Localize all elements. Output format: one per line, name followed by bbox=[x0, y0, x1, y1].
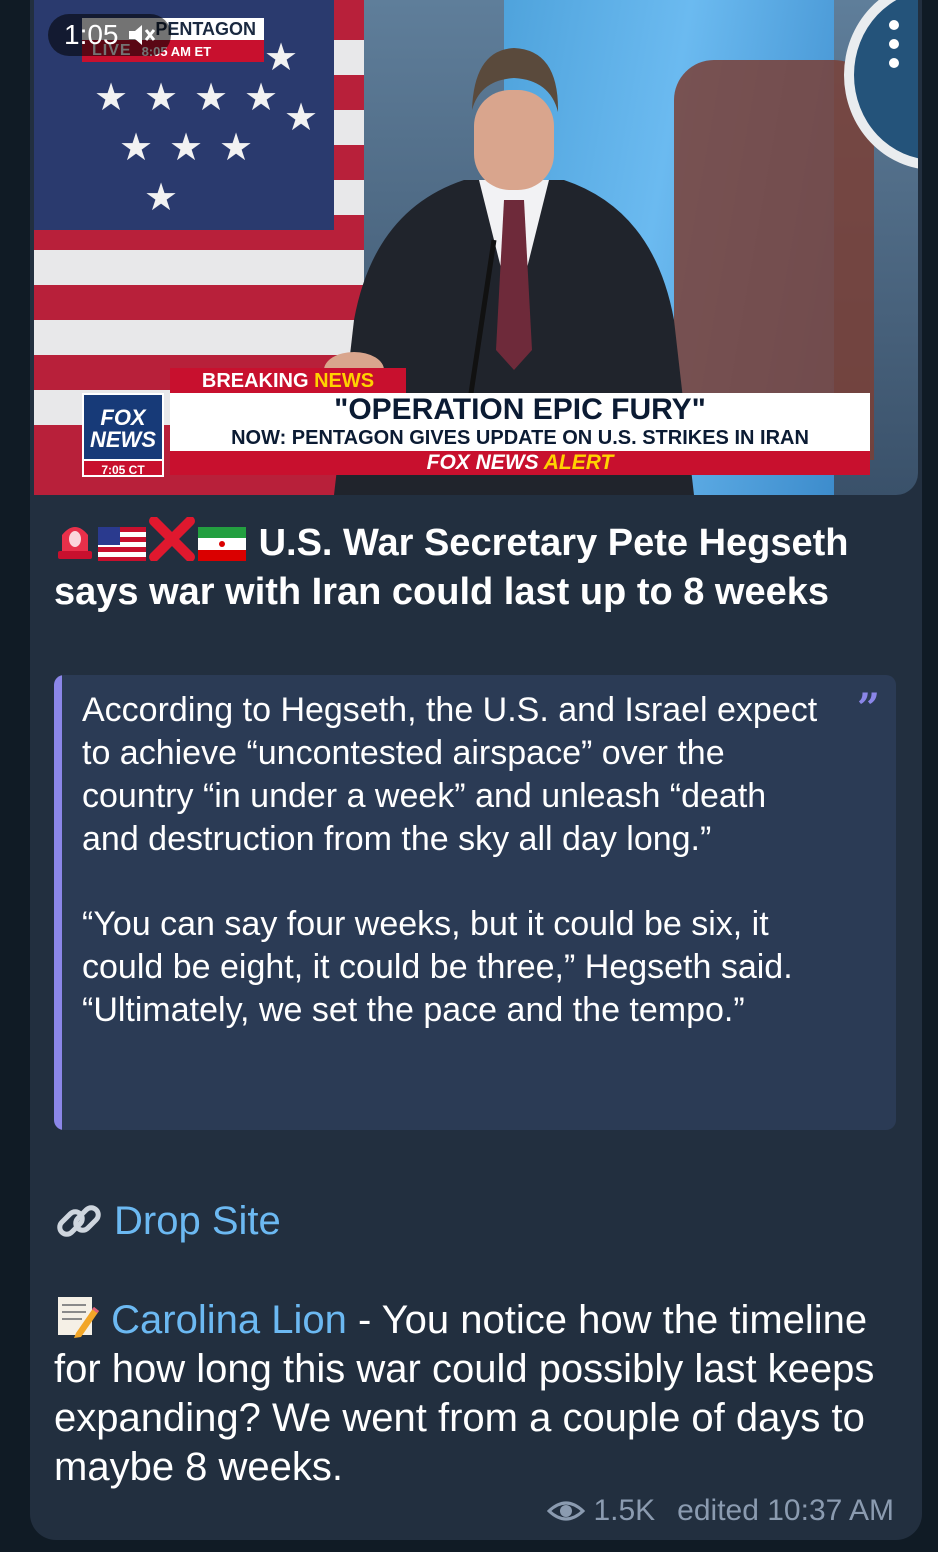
alert-brand: FOX NEWS bbox=[426, 451, 539, 474]
news-label: NEWS bbox=[314, 370, 375, 392]
blockquote: ” According to Hegseth, the U.S. and Isr… bbox=[54, 675, 896, 1130]
post-title: U.S. War Secretary Pete Hegseth says war… bbox=[54, 517, 904, 617]
fox-time-label: 7:05 CT bbox=[82, 459, 164, 477]
video-timer[interactable]: 1:05 bbox=[48, 14, 171, 56]
cross-mark-icon bbox=[149, 517, 195, 561]
quote-paragraph-2: “You can say four weeks, but it could be… bbox=[82, 905, 793, 1029]
breaking-news-banner: BREAKING NEWS bbox=[170, 368, 406, 394]
svg-text:★: ★ bbox=[194, 75, 228, 119]
chyron-headline: "OPERATION EPIC FURY" NOW: PENTAGON GIVE… bbox=[170, 393, 870, 451]
message-bubble[interactable]: ★★★★ ★★★ ★★★ PENTAGON LIVE 8:05 AM ET 1:… bbox=[30, 0, 922, 1540]
svg-text:★: ★ bbox=[119, 125, 153, 169]
chyron-title: "OPERATION EPIC FURY" bbox=[334, 393, 706, 426]
more-vertical-icon[interactable] bbox=[884, 20, 904, 68]
quote-paragraph-1: According to Hegseth, the U.S. and Israe… bbox=[82, 691, 818, 858]
svg-text:★: ★ bbox=[284, 95, 318, 139]
news-logo-text: NEWS bbox=[90, 427, 156, 452]
fox-news-alert-bar: FOX NEWS ALERT bbox=[170, 451, 870, 475]
author-link[interactable]: Carolina Lion bbox=[111, 1298, 347, 1342]
edited-timestamp: edited 10:37 AM bbox=[677, 1494, 894, 1527]
siren-icon bbox=[58, 527, 92, 559]
chyron-subtitle: NOW: PENTAGON GIVES UPDATE ON U.S. STRIK… bbox=[231, 427, 809, 449]
svg-text:★: ★ bbox=[169, 125, 203, 169]
video-player[interactable]: ★★★★ ★★★ ★★★ PENTAGON LIVE 8:05 AM ET 1:… bbox=[34, 0, 918, 495]
us-flag-icon bbox=[98, 527, 146, 561]
quote-accent-bar bbox=[54, 675, 62, 1130]
video-time: 1:05 bbox=[64, 19, 119, 50]
svg-text:★: ★ bbox=[244, 75, 278, 119]
quote-mark-icon: ” bbox=[856, 685, 880, 732]
svg-text:★: ★ bbox=[144, 75, 178, 119]
svg-text:★: ★ bbox=[94, 75, 128, 119]
eye-icon bbox=[547, 1501, 586, 1521]
svg-text:★: ★ bbox=[264, 35, 298, 79]
author-comment: Carolina Lion - You notice how the timel… bbox=[54, 1293, 904, 1492]
source-link-label[interactable]: Drop Site bbox=[114, 1199, 281, 1244]
memo-icon bbox=[58, 1297, 99, 1338]
quote-text: According to Hegseth, the U.S. and Israe… bbox=[82, 689, 822, 1074]
svg-text:★: ★ bbox=[144, 175, 178, 219]
link-icon bbox=[57, 1205, 101, 1237]
alert-label: ALERT bbox=[543, 451, 614, 474]
breaking-label: BREAKING bbox=[201, 370, 309, 392]
fox-logo-text: FOX bbox=[100, 405, 146, 430]
svg-text:★: ★ bbox=[219, 125, 253, 169]
message-meta: 1.5K edited 10:37 AM bbox=[547, 1492, 894, 1530]
source-link[interactable]: Drop Site bbox=[54, 1195, 281, 1247]
speaker-muted-icon[interactable] bbox=[127, 22, 157, 48]
view-count: 1.5K bbox=[593, 1494, 656, 1527]
iran-flag-icon bbox=[198, 527, 246, 561]
